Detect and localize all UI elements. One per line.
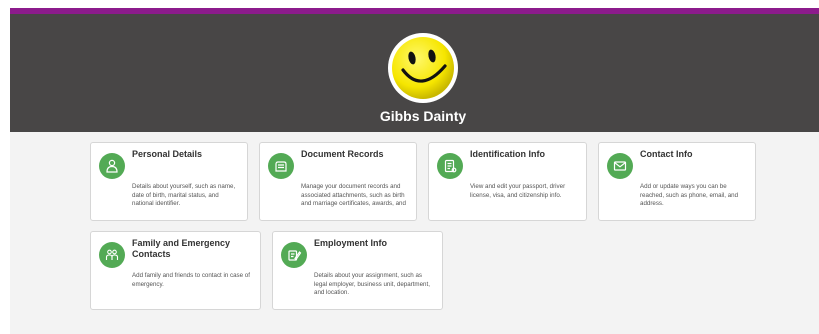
- card-title: Personal Details: [132, 149, 203, 159]
- card-title: Identification Info: [470, 149, 545, 159]
- document-folder-icon: [268, 153, 294, 179]
- card-contact-info[interactable]: Contact Info Add or update ways you can …: [598, 142, 756, 221]
- card-description: Manage your document records and associa…: [301, 183, 406, 207]
- card-description: Add family and friends to contact in cas…: [132, 272, 250, 288]
- card-identification-info[interactable]: Identification Info View and edit your p…: [428, 142, 587, 221]
- avatar[interactable]: [388, 33, 458, 103]
- card-document-records[interactable]: Document Records Manage your document re…: [259, 142, 417, 221]
- employment-icon: [281, 242, 307, 268]
- card-personal-details[interactable]: Personal Details Details about yourself,…: [90, 142, 248, 221]
- user-name: Gibbs Dainty: [379, 108, 467, 124]
- card-title: Contact Info: [640, 149, 693, 159]
- card-family-emergency-contacts[interactable]: Family and Emergency Contacts Add family…: [90, 231, 261, 310]
- card-employment-info[interactable]: Employment Info Details about your assig…: [272, 231, 443, 310]
- id-card-icon: [437, 153, 463, 179]
- smiley-face-icon: [392, 37, 454, 99]
- card-title: Family and Emergency Contacts: [132, 238, 231, 259]
- person-icon: [99, 153, 125, 179]
- card-description: Details about yourself, such as name, da…: [132, 183, 236, 207]
- family-icon: [99, 242, 125, 268]
- card-title: Document Records: [301, 149, 384, 159]
- card-description: Details about your assignment, such as l…: [314, 272, 430, 296]
- card-description: Add or update ways you can be reached, s…: [640, 183, 739, 207]
- envelope-icon: [607, 153, 633, 179]
- card-title: Employment Info: [314, 238, 388, 248]
- card-description: View and edit your passport, driver lice…: [470, 183, 566, 199]
